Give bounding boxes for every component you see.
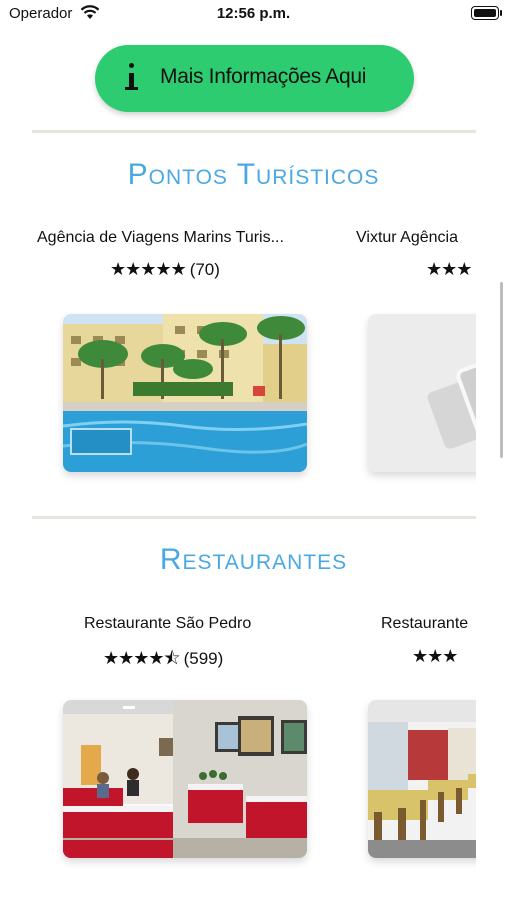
rating: ★★★★⯪ (599) bbox=[103, 646, 223, 676]
section-divider bbox=[32, 130, 476, 133]
star-rating-icons: ★★★ bbox=[426, 259, 472, 279]
place-card[interactable]: Restaurante São Pedro ★★★★⯪ (599) bbox=[0, 611, 340, 900]
rating: ★★★ bbox=[426, 259, 475, 280]
tourist-spots-carousel[interactable]: Agência de Viagens Marins Turis... ★★★★★… bbox=[0, 225, 476, 495]
more-info-label: Mais Informações Aqui bbox=[160, 65, 367, 88]
place-name: Vixtur Agência bbox=[356, 229, 458, 246]
restaurants-carousel[interactable]: Restaurante São Pedro ★★★★⯪ (599) Restau… bbox=[0, 611, 476, 900]
place-name: Agência de Viagens Marins Turis... bbox=[37, 229, 284, 246]
hotel-pool-photo[interactable] bbox=[63, 314, 307, 472]
restaurant-dining-room-photo[interactable] bbox=[63, 700, 307, 858]
star-rating-icons: ★★★★★ bbox=[110, 259, 187, 279]
place-name: Restaurante São Pedro bbox=[84, 615, 252, 632]
more-info-button[interactable]: Mais Informações Aqui bbox=[95, 45, 414, 112]
battery-icon bbox=[471, 6, 502, 20]
scrollbar[interactable] bbox=[500, 282, 503, 458]
info-icon bbox=[125, 63, 139, 93]
rating: ★★★ bbox=[412, 646, 461, 667]
restaurant-interior-photo[interactable] bbox=[368, 700, 476, 858]
place-card[interactable]: Vixtur Agência ★★★ bbox=[340, 225, 476, 495]
star-rating-icons: ★★★★⯪ bbox=[103, 648, 181, 668]
clock: 12:56 p.m. bbox=[216, 5, 291, 22]
place-name: Restaurante bbox=[381, 615, 469, 632]
section-title-tourist-spots: Pontos Turísticos bbox=[127, 158, 380, 191]
rating: ★★★★★ (70) bbox=[110, 259, 220, 280]
place-card[interactable]: Agência de Viagens Marins Turis... ★★★★★… bbox=[0, 225, 340, 495]
review-count: (70) bbox=[189, 260, 220, 279]
section-title-restaurants: Restaurantes bbox=[159, 543, 348, 576]
review-count: (599) bbox=[183, 649, 224, 668]
place-card[interactable]: Restaurante ★★★ bbox=[340, 611, 476, 900]
placeholder-photo[interactable] bbox=[368, 314, 476, 472]
status-bar: Operador 12:56 p.m. bbox=[0, 0, 507, 28]
star-rating-icons: ★★★ bbox=[412, 646, 458, 666]
section-divider bbox=[32, 516, 476, 519]
